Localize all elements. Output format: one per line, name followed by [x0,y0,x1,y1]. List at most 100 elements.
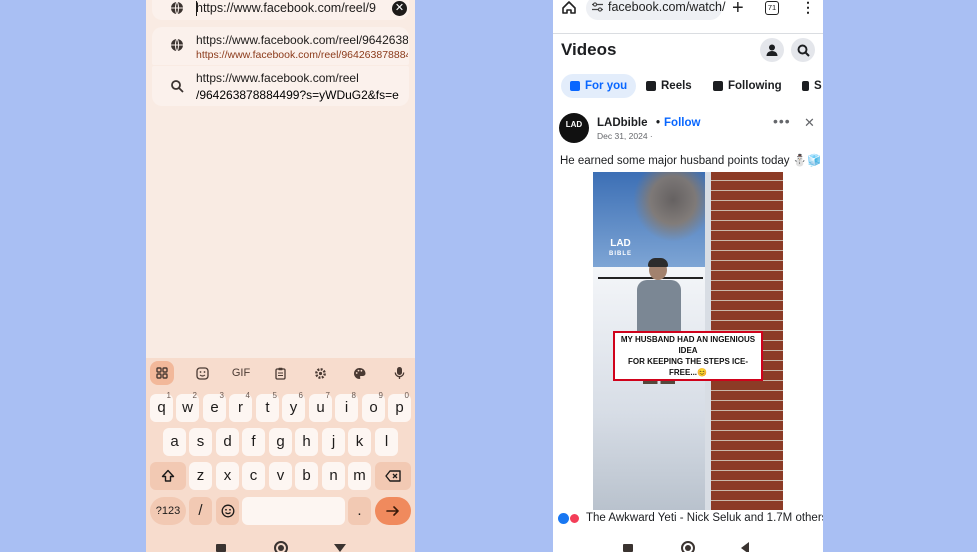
backspace-icon[interactable] [375,462,411,490]
back-icon[interactable] [741,542,749,552]
key-d[interactable]: d [216,428,239,456]
grid-icon[interactable] [150,361,174,385]
tab-switcher-button[interactable]: 71 [765,1,779,15]
key-a[interactable]: a [163,428,186,456]
key-o[interactable]: o9 [362,391,385,422]
tab-label: Following [728,80,782,92]
arrow-right-icon[interactable] [375,497,411,525]
gear-icon[interactable] [308,361,332,385]
key-e[interactable]: e3 [203,391,226,422]
post-header: LAD LADbible • Follow Dec 31, 2024 · ••• … [553,110,823,150]
suggestion-url: https://www.facebook.com/reel/9642638788… [196,49,408,61]
mic-icon[interactable] [387,361,411,385]
key-r[interactable]: r4 [229,391,252,422]
text-cursor [196,1,197,16]
key-y[interactable]: y6 [282,391,305,422]
key-b[interactable]: b [295,462,318,490]
tab-reels[interactable]: Reels [637,74,701,98]
palette-icon[interactable] [347,361,371,385]
new-tab-button[interactable]: + [732,0,744,20]
person-icon[interactable] [760,38,784,62]
suggestion-line-2: /964263878884499?s=yWDuG2&fs=e [196,88,399,102]
address-bar[interactable]: https://www.facebook.com/reel/9642 ✕ [152,0,409,20]
more-vert-icon[interactable]: ⋮ [801,0,815,16]
key-x[interactable]: x [216,462,239,490]
key-u[interactable]: u7 [309,391,332,422]
home-nav-icon[interactable] [681,541,695,552]
address-input[interactable]: https://www.facebook.com/reel/9642 [196,1,376,15]
tab-for-you[interactable]: For you [561,74,637,98]
post-date: Dec 31, 2024 · [597,131,653,141]
browser-address-text: facebook.com/watch/ [608,0,726,14]
key-v[interactable]: v [269,462,292,490]
recents-icon[interactable] [623,544,633,552]
gif-button[interactable]: GIF [229,361,253,385]
video-icon [570,81,580,91]
key-s[interactable]: s [189,428,212,456]
close-icon[interactable]: ✕ [392,1,407,16]
system-nav-bar [553,536,823,552]
keyboard-toolbar: GIF [146,358,415,388]
recents-icon[interactable] [216,544,226,552]
key-f[interactable]: f [242,428,265,456]
left-phone-screen: https://www.facebook.com/reel/9642 ✕ htt… [146,0,415,552]
more-horiz-icon[interactable]: ••• [773,113,791,129]
reels-icon [646,81,656,91]
avatar[interactable]: LAD [559,113,589,143]
search-icon[interactable] [791,38,815,62]
key-j[interactable]: j [322,428,345,456]
video-caption-banner: MY HUSBAND HAD AN INGENIOUS IDEA FOR KEE… [613,331,763,381]
key-t[interactable]: t5 [256,391,279,422]
symbols-key[interactable]: ?123 [150,497,186,525]
space-key[interactable] [242,497,345,525]
following-icon [713,81,723,91]
key-z[interactable]: z [189,462,212,490]
slash-key[interactable]: / [189,497,212,525]
browser-address-bar[interactable]: facebook.com/watch/ [586,0,726,20]
key-m[interactable]: m [348,462,371,490]
video-player[interactable]: LAD BIBLE MY HUSBAND HAD AN INGENIOUS ID… [593,172,783,510]
like-icon [558,512,569,524]
reactions-summary[interactable]: The Awkward Yeti - Nick Seluk and 1.7M o… [558,512,823,524]
globe-icon [170,1,184,20]
key-l[interactable]: l [375,428,398,456]
key-p[interactable]: p0 [388,391,411,422]
keyboard: GIF q1 w2 e3 r4 t5 y6 u7 i8 o9 p0 a s d [146,358,415,552]
key-w[interactable]: w2 [176,391,199,422]
toolbar-divider [553,33,823,34]
suggestion-item[interactable]: https://www.facebook.com/reel/96426387..… [152,27,409,65]
close-icon[interactable]: ✕ [804,115,815,131]
tab-saved[interactable]: S [793,74,823,98]
tab-following[interactable]: Following [704,74,791,98]
suggestion-title: https://www.facebook.com/reel/96426387..… [196,33,408,47]
key-q[interactable]: q1 [150,391,173,422]
home-icon[interactable] [561,0,577,16]
suggestion-item[interactable]: https://www.facebook.com/reel /964263878… [152,66,409,106]
hide-keyboard-icon[interactable] [334,544,346,552]
sticker-icon[interactable] [190,361,214,385]
key-g[interactable]: g [269,428,292,456]
browser-toolbar: facebook.com/watch/ + 71 ⋮ [553,0,823,22]
suggestion-line-1: https://www.facebook.com/reel [196,71,359,85]
video-container: LAD BIBLE MY HUSBAND HAD AN INGENIOUS ID… [553,172,823,510]
key-c[interactable]: c [242,462,265,490]
tune-icon[interactable] [592,2,603,15]
key-h[interactable]: h [295,428,318,456]
tab-label: For you [585,80,628,92]
clipboard-icon[interactable] [268,361,292,385]
key-k[interactable]: k [348,428,371,456]
author-name[interactable]: LADbible [597,117,647,129]
bookmark-icon [802,81,809,91]
home-nav-icon[interactable] [274,541,288,552]
system-nav-bar [146,536,415,552]
key-i[interactable]: i8 [335,391,358,422]
key-n[interactable]: n [322,462,345,490]
emoji-icon[interactable] [216,497,239,525]
right-phone-screen: facebook.com/watch/ + 71 ⋮ Videos For yo… [553,0,823,552]
video-watermark: LAD BIBLE [609,238,632,258]
shift-icon[interactable] [150,462,186,490]
post-caption: He earned some major husband points toda… [560,155,822,167]
page-title: Videos [561,40,617,59]
period-key[interactable]: . [348,497,371,525]
follow-button[interactable]: • Follow [656,117,700,129]
